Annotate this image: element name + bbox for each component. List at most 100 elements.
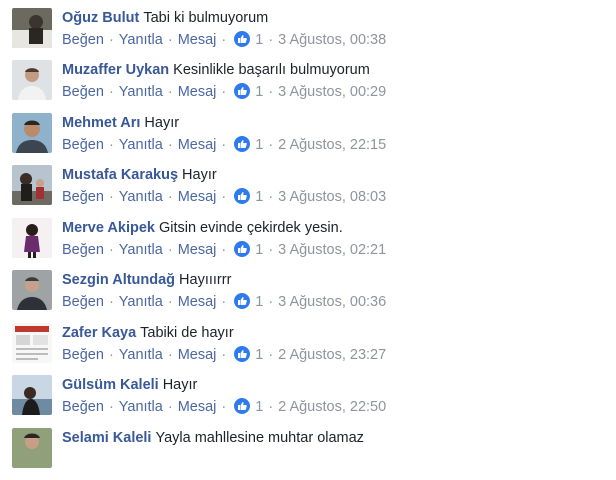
separator: · [268,137,274,153]
reply-link[interactable]: Yanıtla [119,242,163,258]
comment-timestamp[interactable]: 3 Ağustos, 08:03 [278,189,386,205]
separator: · [108,189,114,205]
comment-author[interactable]: Oğuz Bulut [62,10,139,26]
like-link[interactable]: Beğen [62,32,104,48]
separator: · [221,399,227,415]
separator: · [221,84,227,100]
message-link[interactable]: Mesaj [178,189,217,205]
avatar[interactable] [12,60,52,100]
like-link[interactable]: Beğen [62,137,104,153]
separator: · [108,242,114,258]
separator: · [268,347,274,363]
comment-item: Mehmet Arı Hayır Beğen · Yanıtla · Mesaj · 1 · 2 … [0,113,616,165]
like-link[interactable]: Beğen [62,347,104,363]
avatar[interactable] [12,323,52,363]
like-link[interactable]: Beğen [62,84,104,100]
comment-item: Muzaffer Uykan Kesinlikle başarılı bulmuy… [0,60,616,112]
like-link[interactable]: Beğen [62,242,104,258]
comment-author[interactable]: Mehmet Arı [62,115,140,131]
reply-link[interactable]: Yanıtla [119,347,163,363]
comment-timestamp[interactable]: 2 Ağustos, 22:15 [278,137,386,153]
like-count[interactable]: 1 [255,84,263,100]
message-link[interactable]: Mesaj [178,137,217,153]
separator: · [167,32,173,48]
separator: · [167,189,173,205]
comment-text: Gitsin evinde çekirdek yesin. [158,220,343,236]
reply-link[interactable]: Yanıtla [119,84,163,100]
message-link[interactable]: Mesaj [178,399,217,415]
reply-link[interactable]: Yanıtla [119,294,163,310]
thumbs-up-icon[interactable] [234,293,251,309]
separator: · [221,347,227,363]
like-count[interactable]: 1 [255,137,263,153]
like-link[interactable]: Beğen [62,189,104,205]
like-count[interactable]: 1 [255,32,263,48]
comment-item: Sezgin Altundağ Hayııırrr Beğen · Yanıtla · M… [0,270,616,322]
avatar[interactable] [12,218,52,258]
comment-author[interactable]: Zafer Kaya [62,325,136,341]
avatar[interactable] [12,375,52,415]
separator: · [167,242,173,258]
avatar[interactable] [12,165,52,205]
message-link[interactable]: Mesaj [178,294,217,310]
comment-item: Selami Kaleli Yayla mahllesine muhtar ola… [0,428,616,480]
separator: · [221,294,227,310]
avatar[interactable] [12,428,52,468]
comment-author[interactable]: Gülsüm Kaleli [62,377,159,393]
comment-timestamp[interactable]: 3 Ağustos, 00:38 [278,32,386,48]
reply-link[interactable]: Yanıtla [119,32,163,48]
reply-link[interactable]: Yanıtla [119,137,163,153]
comment-text: Hayır [144,115,180,131]
comment-text: Hayır [182,167,217,183]
comment-text: Hayııırrr [179,272,232,288]
separator: · [108,137,114,153]
thumbs-up-icon[interactable] [234,136,251,152]
message-link[interactable]: Mesaj [178,32,217,48]
comment-author[interactable]: Merve Akipek [62,220,155,236]
comment-timestamp[interactable]: 3 Ağustos, 02:21 [278,242,386,258]
like-count[interactable]: 1 [255,294,263,310]
separator: · [268,399,274,415]
comment-author[interactable]: Mustafa Karakuş [62,167,178,183]
comment-timestamp[interactable]: 3 Ağustos, 00:36 [278,294,386,310]
comment-item: Oğuz Bulut Tabi ki bulmuyorum Beğen · Yanıt… [0,8,616,60]
like-count[interactable]: 1 [255,399,263,415]
separator: · [167,294,173,310]
separator: · [221,242,227,258]
comment-text: Yayla mahllesine muhtar olamaz [155,430,364,446]
thumbs-up-icon[interactable] [234,31,251,47]
thumbs-up-icon[interactable] [234,188,251,204]
thumbs-up-icon[interactable] [234,241,251,257]
like-count[interactable]: 1 [255,189,263,205]
avatar[interactable] [12,270,52,310]
comment-author[interactable]: Muzaffer Uykan [62,62,169,78]
like-link[interactable]: Beğen [62,294,104,310]
avatar[interactable] [12,113,52,153]
message-link[interactable]: Mesaj [178,84,217,100]
like-link[interactable]: Beğen [62,399,104,415]
like-count[interactable]: 1 [255,347,263,363]
thumbs-up-icon[interactable] [234,346,251,362]
message-link[interactable]: Mesaj [178,347,217,363]
separator: · [221,32,227,48]
thumbs-up-icon[interactable] [234,83,251,99]
separator: · [221,189,227,205]
reply-link[interactable]: Yanıtla [119,189,163,205]
comment-item: Mustafa Karakuş Hayır Beğen · Yanıtla · Mesaj… [0,165,616,217]
comment-timestamp[interactable]: 3 Ağustos, 00:29 [278,84,386,100]
separator: · [268,294,274,310]
comment-author[interactable]: Sezgin Altundağ [62,272,175,288]
separator: · [221,137,227,153]
thumbs-up-icon[interactable] [234,398,251,414]
comment-timestamp[interactable]: 2 Ağustos, 23:27 [278,347,386,363]
separator: · [167,399,173,415]
message-link[interactable]: Mesaj [178,242,217,258]
comment-timestamp[interactable]: 2 Ağustos, 22:50 [278,399,386,415]
avatar[interactable] [12,8,52,48]
like-count[interactable]: 1 [255,242,263,258]
separator: · [167,84,173,100]
reply-link[interactable]: Yanıtla [119,399,163,415]
comment-author[interactable]: Selami Kaleli [62,430,151,446]
comment-text: Hayır [162,377,198,393]
separator: · [108,294,114,310]
